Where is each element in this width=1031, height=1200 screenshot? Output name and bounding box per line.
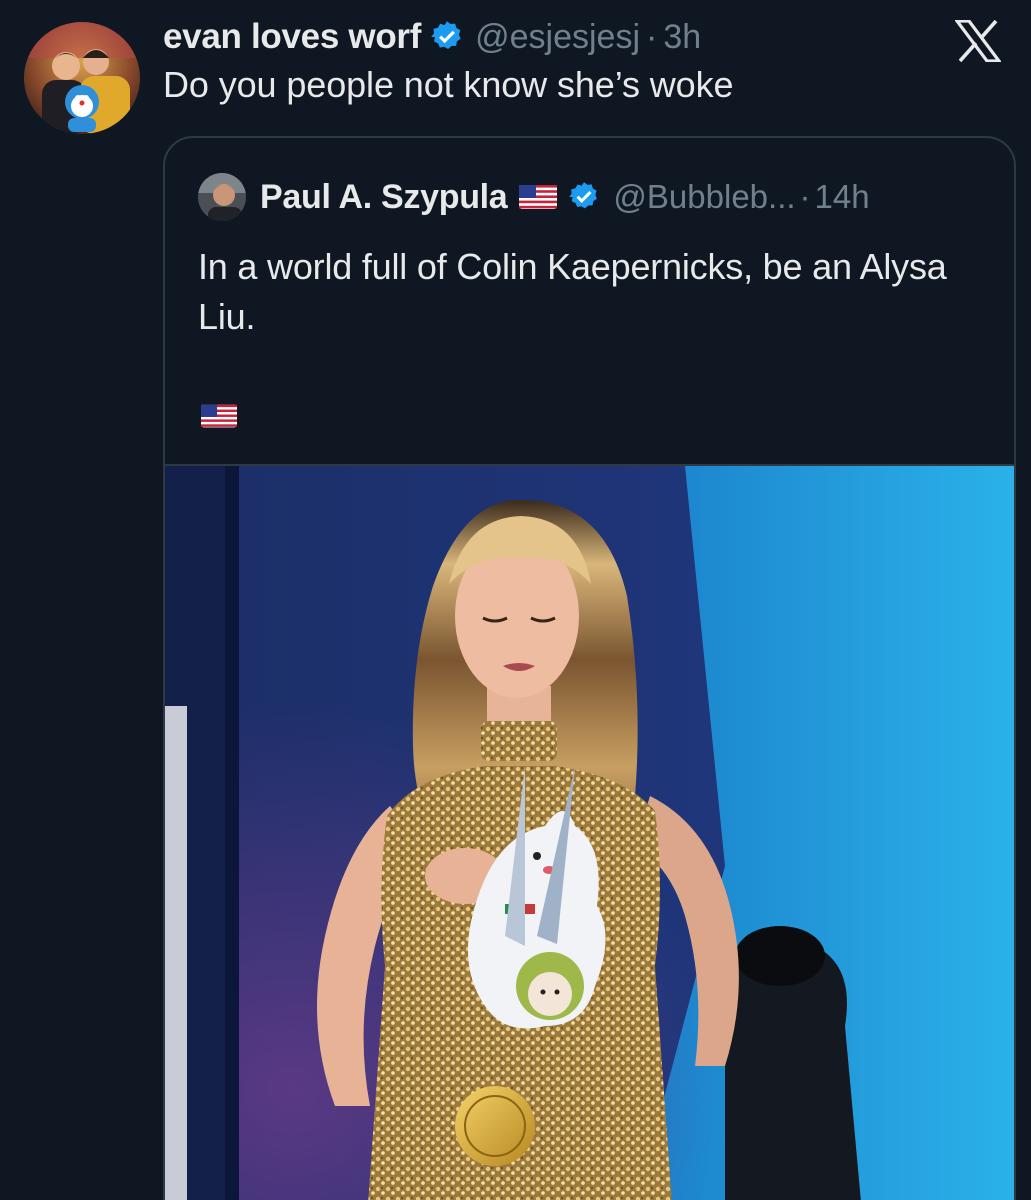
- quoted-tweet-text: In a world full of Colin Kaepernicks, be…: [198, 246, 947, 337]
- tweet-header: evan loves worf @esjesjesj · 3h: [163, 14, 701, 60]
- quoted-tweet-card[interactable]: Paul A. Szypula @Bubbleb... · 14h In a w…: [163, 136, 1016, 1200]
- author-display-name[interactable]: evan loves worf: [163, 17, 421, 57]
- author-avatar[interactable]: [24, 22, 140, 134]
- separator-dot: ·: [799, 178, 811, 215]
- quoted-author-avatar[interactable]: [198, 173, 246, 221]
- quoted-tweet-header: Paul A. Szypula @Bubbleb... · 14h: [198, 172, 870, 222]
- quoted-author-handle[interactable]: @Bubbleb...: [613, 178, 795, 216]
- verified-badge-icon: [567, 180, 601, 214]
- quoted-tweet-timestamp[interactable]: 14h: [815, 178, 870, 216]
- verified-badge-icon: [429, 19, 465, 55]
- tweet-timestamp[interactable]: 3h: [663, 18, 701, 57]
- tweet-text: Do you people not know she’s woke: [163, 64, 734, 105]
- x-logo-icon[interactable]: [953, 19, 1003, 63]
- quoted-author-display-name[interactable]: Paul A. Szypula: [260, 178, 508, 217]
- separator-dot: ·: [646, 17, 658, 56]
- us-flag-icon: [201, 404, 237, 428]
- tweet-screen: evan loves worf @esjesjesj · 3h Do you p…: [0, 0, 1031, 1200]
- us-flag-icon: [519, 185, 558, 209]
- author-handle[interactable]: @esjesjesj: [475, 18, 640, 57]
- tweet-media-image[interactable]: [165, 464, 1014, 1200]
